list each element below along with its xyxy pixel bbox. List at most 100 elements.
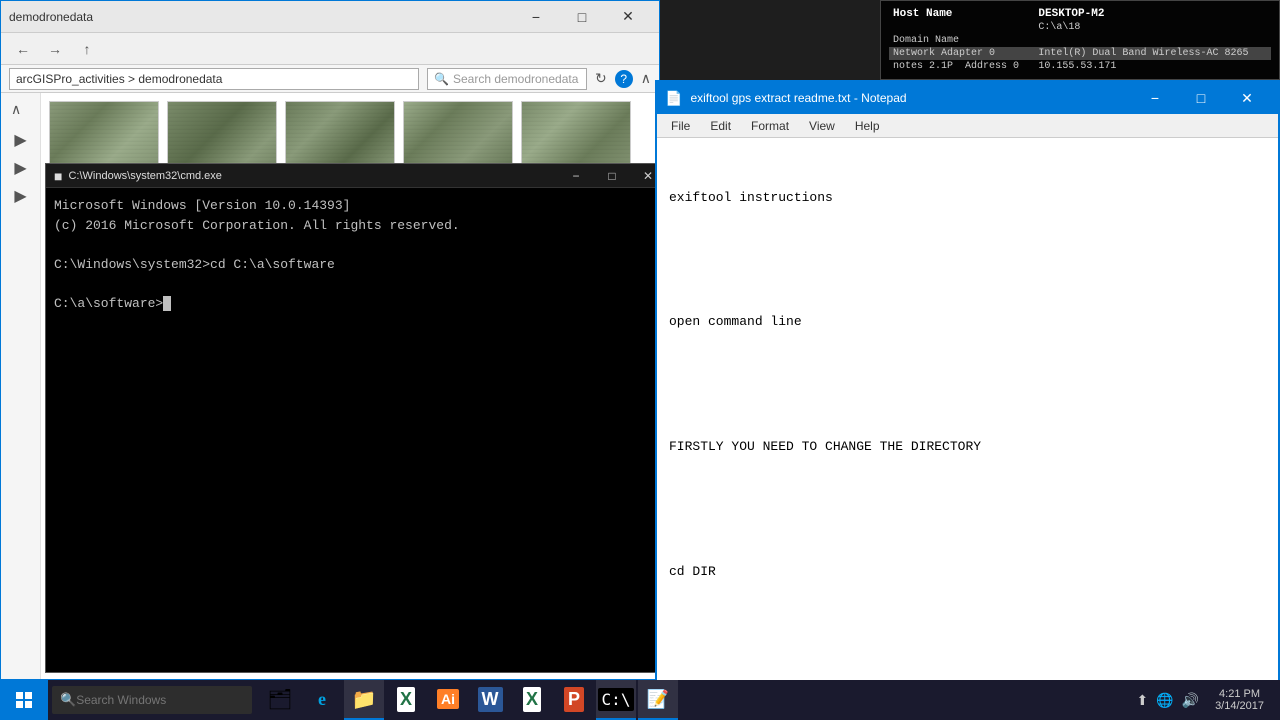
- taskbar-app-files[interactable]: 🗂: [260, 680, 300, 720]
- taskbar-clock[interactable]: 4:21 PM 3/14/2017: [1207, 688, 1272, 712]
- explorer-sidebar: ∧ ▶ ▶ ▶: [1, 93, 41, 679]
- network-adapter-label: Network Adapter 0: [889, 47, 1034, 60]
- cmd-content[interactable]: Microsoft Windows [Version 10.0.14393] (…: [46, 188, 674, 672]
- cmd-line-5: [54, 274, 666, 294]
- menu-file[interactable]: File: [661, 117, 700, 135]
- taskbar-app-explorer[interactable]: 📁: [344, 680, 384, 720]
- clock-date: 3/14/2017: [1215, 700, 1264, 712]
- notepad-app-icon: 📄: [665, 90, 682, 107]
- tray-upload-icon[interactable]: ⬆: [1136, 692, 1148, 709]
- edge-icon: e: [318, 689, 326, 710]
- powerpoint-icon: P: [564, 687, 584, 712]
- np-line-1: exiftool instructions: [669, 188, 1266, 209]
- sidebar-items: ▶ ▶ ▶: [1, 122, 40, 214]
- nav-back-button[interactable]: ←: [9, 35, 37, 63]
- taskbar-app-excel1[interactable]: X: [386, 680, 426, 720]
- taskbar-app-edge[interactable]: e: [302, 680, 342, 720]
- nav-up-button[interactable]: ↑: [73, 35, 101, 63]
- taskbar-app-excel2[interactable]: X: [512, 680, 552, 720]
- notepad-titlebar: 📄 exiftool gps extract readme.txt - Note…: [657, 82, 1278, 114]
- refresh-icon[interactable]: ↻: [595, 70, 607, 87]
- explorer-icon: 📁: [352, 687, 377, 712]
- taskbar-app-ai[interactable]: Ai: [428, 680, 468, 720]
- cmd-icon: ■: [54, 168, 62, 184]
- menu-format[interactable]: Format: [741, 117, 799, 135]
- cmd-line-3: [54, 235, 666, 255]
- sidebar-item-1[interactable]: ▶: [10, 126, 30, 154]
- np-line-blank3: [669, 500, 1266, 521]
- notepad-menubar: File Edit Format View Help: [657, 114, 1278, 138]
- taskbar-app-word[interactable]: W: [470, 680, 510, 720]
- start-button[interactable]: [0, 680, 48, 720]
- network-panel: Host Name DESKTOP-M2 C:\a\18 Domain Name…: [880, 0, 1280, 80]
- cmd-window: ■ C:\Windows\system32\cmd.exe − □ ✕ Micr…: [45, 163, 675, 673]
- cmd-title: C:\Windows\system32\cmd.exe: [68, 170, 558, 182]
- taskbar-search[interactable]: 🔍: [52, 686, 252, 714]
- tray-network-icon[interactable]: 🌐: [1156, 692, 1173, 709]
- address-bar[interactable]: arcGISPro_activities > demodronedata: [9, 68, 419, 90]
- explorer-ribbon: ← → ↑: [1, 33, 659, 65]
- search-icon: 🔍: [434, 72, 449, 86]
- sidebar-item-2[interactable]: ▶: [10, 154, 30, 182]
- network-domain-label: Domain Name: [889, 34, 1034, 47]
- np-line-4: cd DIR: [669, 562, 1266, 583]
- notepad-minimize-button[interactable]: −: [1132, 82, 1178, 114]
- nav-forward-button[interactable]: →: [41, 35, 69, 63]
- notepad-title: exiftool gps extract readme.txt - Notepa…: [690, 91, 1132, 105]
- network-ip-val: 10.155.53.171: [1034, 60, 1271, 73]
- np-line-2: open command line: [669, 312, 1266, 333]
- network-row1: [889, 21, 1034, 34]
- explorer-minimize-button[interactable]: −: [513, 1, 559, 33]
- notepad-content[interactable]: exiftool instructions open command line …: [657, 138, 1278, 713]
- sidebar-collapse-button[interactable]: ∧: [1, 97, 40, 122]
- network-domain-val: [1034, 34, 1271, 47]
- windows-logo-icon: [16, 692, 32, 708]
- taskbar-search-input[interactable]: [76, 693, 236, 707]
- explorer-maximize-button[interactable]: □: [559, 1, 605, 33]
- cmd-line-2: (c) 2016 Microsoft Corporation. All righ…: [54, 216, 666, 236]
- address-bar-row: arcGISPro_activities > demodronedata 🔍 S…: [1, 65, 659, 93]
- notepad-window: 📄 exiftool gps extract readme.txt - Note…: [655, 80, 1280, 715]
- taskbar: 🔍 🗂 e 📁 X Ai W X P C:\ 📝: [0, 680, 1280, 720]
- word-icon: W: [478, 687, 503, 712]
- np-line-3: FIRSTLY YOU NEED TO CHANGE THE DIRECTORY: [669, 437, 1266, 458]
- files-icon: 🗂: [267, 687, 292, 712]
- taskbar-apps: 🗂 e 📁 X Ai W X P C:\ 📝: [256, 680, 1128, 720]
- clock-time: 4:21 PM: [1215, 688, 1264, 700]
- cmd-controls: − □ ✕: [558, 164, 666, 188]
- notepad-taskbar-icon: 📝: [647, 689, 669, 710]
- collapse-icon[interactable]: ∧: [641, 70, 651, 87]
- network-hostname-label: Host Name: [889, 7, 1034, 21]
- menu-view[interactable]: View: [799, 117, 845, 135]
- network-notes-label: notes 2.1P Address 0: [889, 60, 1034, 73]
- np-line-blank4: [669, 624, 1266, 645]
- cmd-line-1: Microsoft Windows [Version 10.0.14393]: [54, 196, 666, 216]
- tray-volume-icon[interactable]: 🔊: [1182, 692, 1199, 709]
- explorer-nav: ← → ↑: [9, 35, 101, 63]
- explorer-window-controls: − □ ✕: [513, 1, 651, 33]
- explorer-titlebar: demodronedata − □ ✕: [1, 1, 659, 33]
- sidebar-item-3[interactable]: ▶: [10, 182, 30, 210]
- help-icon[interactable]: ?: [615, 70, 633, 88]
- np-line-blank1: [669, 250, 1266, 271]
- explorer-close-button[interactable]: ✕: [605, 1, 651, 33]
- notepad-maximize-button[interactable]: □: [1178, 82, 1224, 114]
- cmd-minimize-button[interactable]: −: [558, 164, 594, 188]
- menu-help[interactable]: Help: [845, 117, 890, 135]
- cmd-titlebar: ■ C:\Windows\system32\cmd.exe − □ ✕: [46, 164, 674, 188]
- taskbar-app-pp[interactable]: P: [554, 680, 594, 720]
- excel2-icon: X: [523, 687, 541, 712]
- explorer-title: demodronedata: [9, 10, 513, 24]
- cmd-line-6: C:\a\software>: [54, 294, 666, 314]
- cmd-maximize-button[interactable]: □: [594, 164, 630, 188]
- taskbar-search-icon: 🔍: [60, 692, 76, 708]
- network-adapter-val: Intel(R) Dual Band Wireless-AC 8265: [1034, 47, 1271, 60]
- search-placeholder: Search demodronedata: [453, 72, 578, 86]
- illustrator-icon: Ai: [437, 689, 459, 709]
- notepad-close-button[interactable]: ✕: [1224, 82, 1270, 114]
- excel-icon: X: [397, 687, 415, 712]
- taskbar-app-notepad[interactable]: 📝: [638, 680, 678, 720]
- taskbar-app-cmd[interactable]: C:\: [596, 680, 636, 720]
- menu-edit[interactable]: Edit: [700, 117, 741, 135]
- search-bar[interactable]: 🔍 Search demodronedata: [427, 68, 587, 90]
